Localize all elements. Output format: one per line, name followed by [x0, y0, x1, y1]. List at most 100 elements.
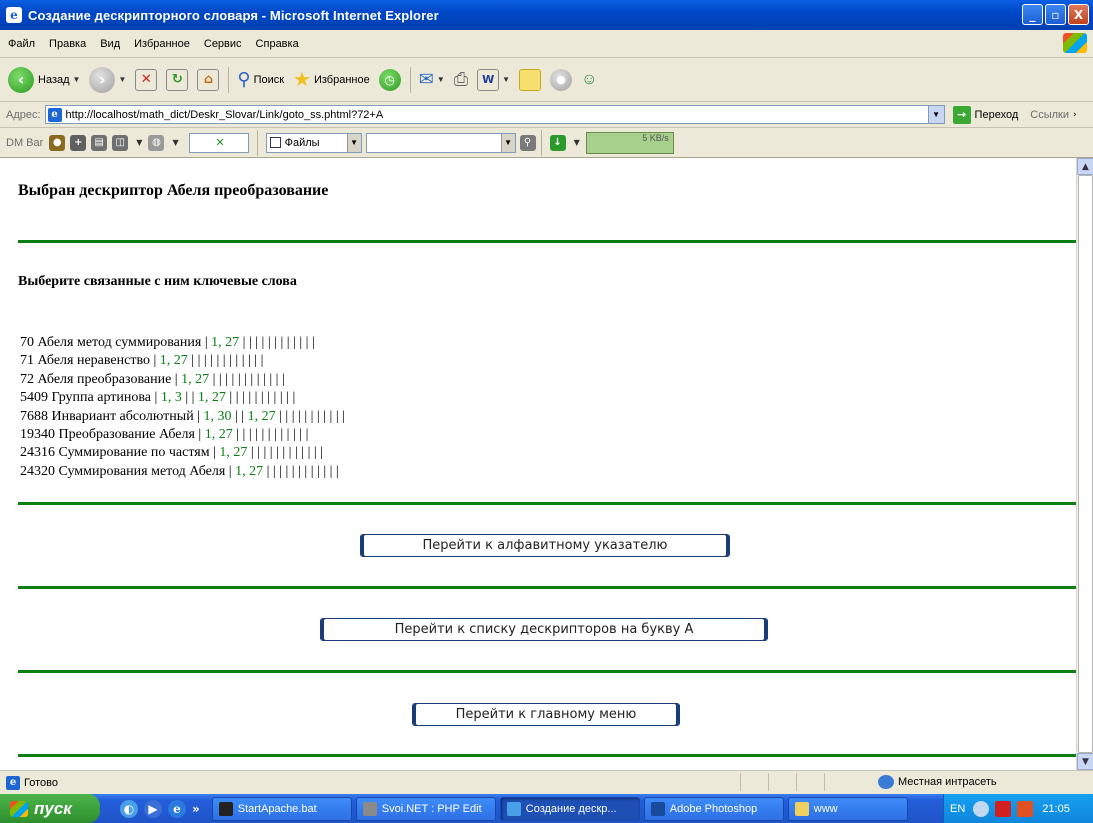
tray-app-icon[interactable]: [1017, 800, 1034, 817]
scroll-down-icon[interactable]: ▼: [1077, 753, 1093, 770]
stop-icon[interactable]: ✕: [135, 68, 158, 91]
forward-button[interactable]: › ▼: [89, 66, 126, 93]
clock[interactable]: 21:05: [1042, 803, 1070, 815]
divider-rule: [18, 502, 1076, 505]
list-item[interactable]: 72 Абеля преобразование | 1, 27 | | | | …: [20, 371, 345, 389]
menu-favorites[interactable]: Избранное: [134, 38, 190, 50]
forward-dropdown-icon[interactable]: ▼: [118, 75, 126, 84]
search-label: Поиск: [253, 73, 285, 86]
files-label: Файлы: [284, 136, 320, 149]
task-ie-active[interactable]: Создание дескр...: [499, 796, 640, 821]
drop-zone-icon: ✕: [215, 137, 225, 149]
menu-edit[interactable]: Правка: [49, 38, 86, 50]
task-label: www: [813, 802, 838, 815]
language-indicator[interactable]: EN: [950, 803, 965, 815]
add-download-icon[interactable]: +: [70, 134, 87, 151]
list-item[interactable]: 70 Абеля метод суммирования | 1, 27 | | …: [20, 334, 345, 352]
quick-launch-more-icon[interactable]: »: [192, 802, 200, 816]
list-item[interactable]: 5409 Группа артинова | 1, 3 | | 1, 27 | …: [20, 389, 345, 407]
vertical-scrollbar[interactable]: ▲ ▼: [1076, 158, 1093, 770]
scroll-thumb[interactable]: [1078, 175, 1093, 753]
options-icon[interactable]: ◍: [148, 134, 165, 151]
console-icon: [218, 801, 233, 816]
alphabet-index-button[interactable]: Перейти к алфавитному указателю: [360, 534, 730, 557]
links-button[interactable]: Ссылки: [1030, 109, 1069, 121]
refresh-icon[interactable]: ↻: [166, 68, 189, 91]
print-icon[interactable]: ⎙: [454, 69, 468, 90]
list-item[interactable]: 24320 Суммирования метод Абеля | 1, 27 |…: [20, 463, 345, 481]
media-player-icon[interactable]: ▶: [144, 799, 162, 818]
research-icon[interactable]: ●: [550, 68, 573, 91]
network-icon[interactable]: [973, 800, 990, 817]
keyword-text: 7688 Инвариант абсолютный |: [20, 408, 204, 424]
minimize-button[interactable]: _: [1022, 4, 1043, 25]
drop-zone[interactable]: ✕: [188, 132, 249, 153]
dm-search-dropdown-icon[interactable]: ▼: [500, 133, 515, 152]
discuss-icon[interactable]: [519, 68, 542, 91]
dm-dropdown-icon[interactable]: ▼: [136, 138, 142, 147]
photoshop-icon: [650, 801, 665, 816]
start-label: пуск: [34, 798, 72, 818]
address-url: http://localhost/math_dict/Deskr_Slovar/…: [65, 108, 384, 121]
list-item[interactable]: 19340 Преобразование Абеля | 1, 27 | | |…: [20, 426, 345, 444]
list-item[interactable]: 7688 Инвариант абсолютный | 1, 30 | | 1,…: [20, 408, 345, 426]
search-button[interactable]: ⚲ Поиск: [237, 69, 284, 90]
scheduler-icon[interactable]: ◫: [112, 134, 129, 151]
keyword-tail: | | | | | | | | | | | |: [209, 371, 285, 387]
chevron-right-icon[interactable]: ›: [1073, 110, 1077, 120]
taskbar: пуск ◐ ▶ e » StartApache.bat Svoi.NET : …: [0, 794, 1093, 823]
antivirus-icon[interactable]: [995, 800, 1012, 817]
menu-tools[interactable]: Сервис: [204, 38, 242, 50]
list-item[interactable]: 24316 Суммирование по частям | 1, 27 | |…: [20, 444, 345, 462]
dm-search-input[interactable]: ▼: [365, 132, 516, 153]
mail-icon[interactable]: ✉: [419, 69, 434, 90]
home-icon[interactable]: ⌂: [197, 68, 220, 91]
section-heading: Выберите связанные с ним ключевые слова: [18, 274, 297, 289]
address-bar: Адрес: e http://localhost/math_dict/Desk…: [0, 102, 1093, 128]
favorites-button[interactable]: ★ Избранное: [293, 67, 370, 92]
close-button[interactable]: X: [1068, 4, 1089, 25]
mail-dropdown-icon[interactable]: ▼: [437, 75, 445, 84]
menu-view[interactable]: Вид: [100, 38, 120, 50]
list-item[interactable]: 71 Абеля неравенство | 1, 27 | | | | | |…: [20, 352, 345, 370]
files-dropdown-icon[interactable]: ▼: [346, 133, 361, 152]
files-select[interactable]: Файлы ▼: [265, 132, 362, 153]
download-list-icon[interactable]: ▤: [91, 134, 108, 151]
maximize-button[interactable]: ▫: [1045, 4, 1066, 25]
divider-rule: [18, 586, 1076, 589]
ie-quicklaunch-icon[interactable]: e: [168, 799, 186, 818]
options-dropdown-icon[interactable]: ▼: [172, 138, 178, 147]
keyword-ref: 1, 27: [159, 353, 188, 369]
back-button[interactable]: ‹ Назад ▼: [8, 66, 81, 93]
scroll-up-icon[interactable]: ▲: [1077, 158, 1093, 175]
messenger-icon[interactable]: ☺: [581, 71, 597, 89]
menu-file[interactable]: Файл: [8, 38, 35, 50]
download-arrow-icon[interactable]: ↓: [549, 134, 566, 151]
download-dropdown-icon[interactable]: ▼: [574, 138, 580, 147]
menu-help[interactable]: Справка: [256, 38, 299, 50]
start-button[interactable]: пуск: [0, 794, 100, 823]
keyword-ref: 1, 27: [211, 335, 240, 350]
title-bar[interactable]: e Создание дескрипторного словаря - Micr…: [0, 0, 1093, 30]
history-icon[interactable]: ◷: [378, 68, 401, 91]
show-desktop-icon[interactable]: ◐: [120, 799, 138, 818]
address-dropdown-icon[interactable]: ▼: [927, 106, 944, 123]
descriptor-list-button[interactable]: Перейти к списку дескрипторов на букву А: [320, 618, 768, 641]
go-button[interactable]: → Переход: [952, 105, 1018, 124]
task-photoshop[interactable]: Adobe Photoshop: [643, 796, 784, 821]
task-php-edit[interactable]: Svoi.NET : PHP Edit: [355, 796, 496, 821]
status-cells: [740, 773, 852, 791]
main-menu-button[interactable]: Перейти к главному меню: [412, 703, 680, 726]
status-bar: e Готово Местная интрасеть: [0, 770, 1093, 794]
task-label: Svoi.NET : PHP Edit: [381, 802, 482, 815]
dm-search-icon[interactable]: ⚲: [519, 134, 536, 151]
system-tray: EN 21:05: [943, 794, 1093, 823]
address-input[interactable]: e http://localhost/math_dict/Deskr_Slova…: [44, 105, 945, 124]
back-dropdown-icon[interactable]: ▼: [73, 75, 81, 84]
dm-logo-icon[interactable]: ●: [49, 134, 66, 151]
edit-dropdown-icon[interactable]: ▼: [502, 75, 510, 84]
task-www-folder[interactable]: www: [787, 796, 908, 821]
keyword-ref: 1, 27: [197, 390, 226, 406]
task-startapache[interactable]: StartApache.bat: [211, 796, 352, 821]
word-edit-icon[interactable]: W: [477, 68, 500, 91]
